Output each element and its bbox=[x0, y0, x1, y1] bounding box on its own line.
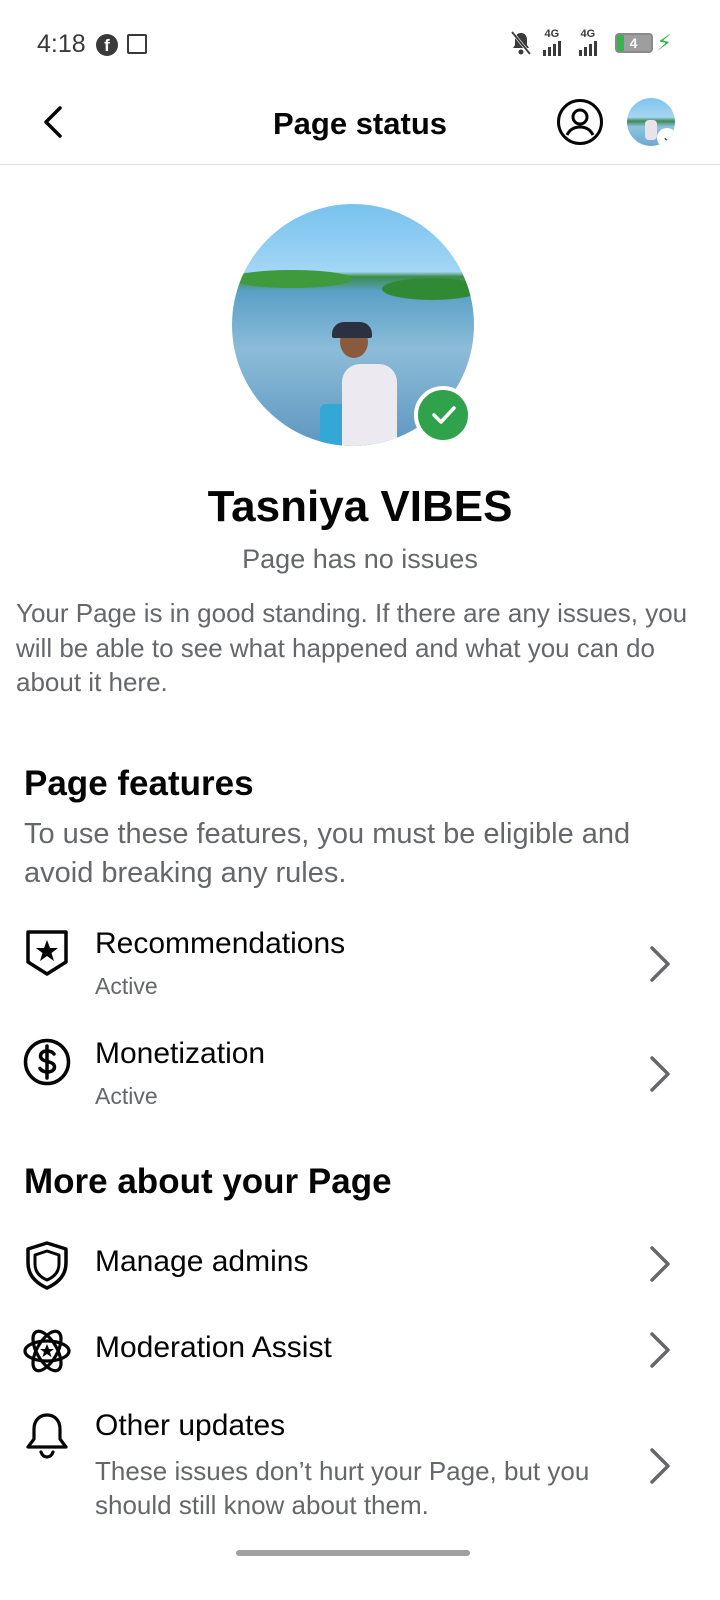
page-title: Page status bbox=[272, 106, 447, 141]
profile-icon[interactable] bbox=[556, 98, 604, 146]
feature-item-recommendations[interactable]: Recommendations Active bbox=[0, 922, 720, 1012]
more-item-description: These issues don’t hurt your Page, but y… bbox=[95, 1456, 590, 1520]
more-item-label: Moderation Assist bbox=[95, 1331, 332, 1364]
shield-star-icon bbox=[26, 930, 68, 976]
page-features-heading: Page features bbox=[24, 764, 254, 803]
app-header: Page status ⌄ bbox=[0, 90, 720, 165]
feature-label: Recommendations bbox=[95, 927, 346, 960]
feature-label: Monetization bbox=[95, 1037, 266, 1070]
charging-icon: ⚡ bbox=[656, 30, 672, 55]
chevron-right-icon bbox=[650, 1448, 670, 1484]
account-switcher-avatar[interactable]: ⌄ bbox=[627, 98, 675, 146]
chevron-right-icon bbox=[650, 1246, 670, 1282]
chevron-right-icon bbox=[650, 1056, 670, 1092]
more-item-other-updates[interactable]: Other updates These issues don’t hurt yo… bbox=[0, 1406, 720, 1526]
page-name: Tasniya VIBES bbox=[207, 482, 513, 531]
feature-status: Active bbox=[95, 973, 158, 999]
more-item-label: Manage admins bbox=[95, 1245, 309, 1278]
signal-icon: 4G bbox=[542, 28, 569, 56]
more-item-manage-admins[interactable]: Manage admins bbox=[0, 1236, 720, 1296]
network-type-1: 4G bbox=[544, 28, 560, 40]
more-about-page-heading: More about your Page bbox=[24, 1162, 392, 1201]
feature-item-monetization[interactable]: Monetization Active bbox=[0, 1032, 720, 1122]
shield-icon bbox=[26, 1241, 68, 1290]
status-time: 4:18 bbox=[37, 30, 86, 58]
home-indicator[interactable] bbox=[236, 1550, 470, 1556]
battery-icon: 4 bbox=[614, 33, 653, 53]
signal-icon-2: 4G bbox=[578, 28, 605, 56]
battery-level: 4 bbox=[629, 35, 638, 51]
chevron-right-icon bbox=[650, 946, 670, 982]
bell-muted-icon bbox=[510, 31, 531, 55]
chevron-down-icon: ⌄ bbox=[657, 128, 675, 146]
network-type-2: 4G bbox=[580, 28, 596, 40]
atom-star-icon bbox=[23, 1329, 71, 1373]
page-status-text: Page has no issues bbox=[242, 544, 478, 574]
page-status-description: Your Page is in good standing. If there … bbox=[16, 598, 688, 697]
dollar-circle-icon bbox=[23, 1038, 71, 1086]
more-item-moderation-assist[interactable]: Moderation Assist bbox=[0, 1322, 720, 1382]
status-bar: 4:18 f 4G 4G 4 ⚡ bbox=[0, 0, 720, 90]
page-features-description: To use these features, you must be eligi… bbox=[24, 818, 631, 889]
bell-icon bbox=[26, 1413, 68, 1459]
facebook-notification-icon: f bbox=[96, 34, 118, 56]
screenshot-notification-icon bbox=[127, 34, 147, 54]
verified-check-icon bbox=[414, 386, 472, 444]
feature-status: Active bbox=[95, 1083, 158, 1109]
chevron-right-icon bbox=[650, 1332, 670, 1368]
more-item-label: Other updates bbox=[95, 1409, 286, 1442]
